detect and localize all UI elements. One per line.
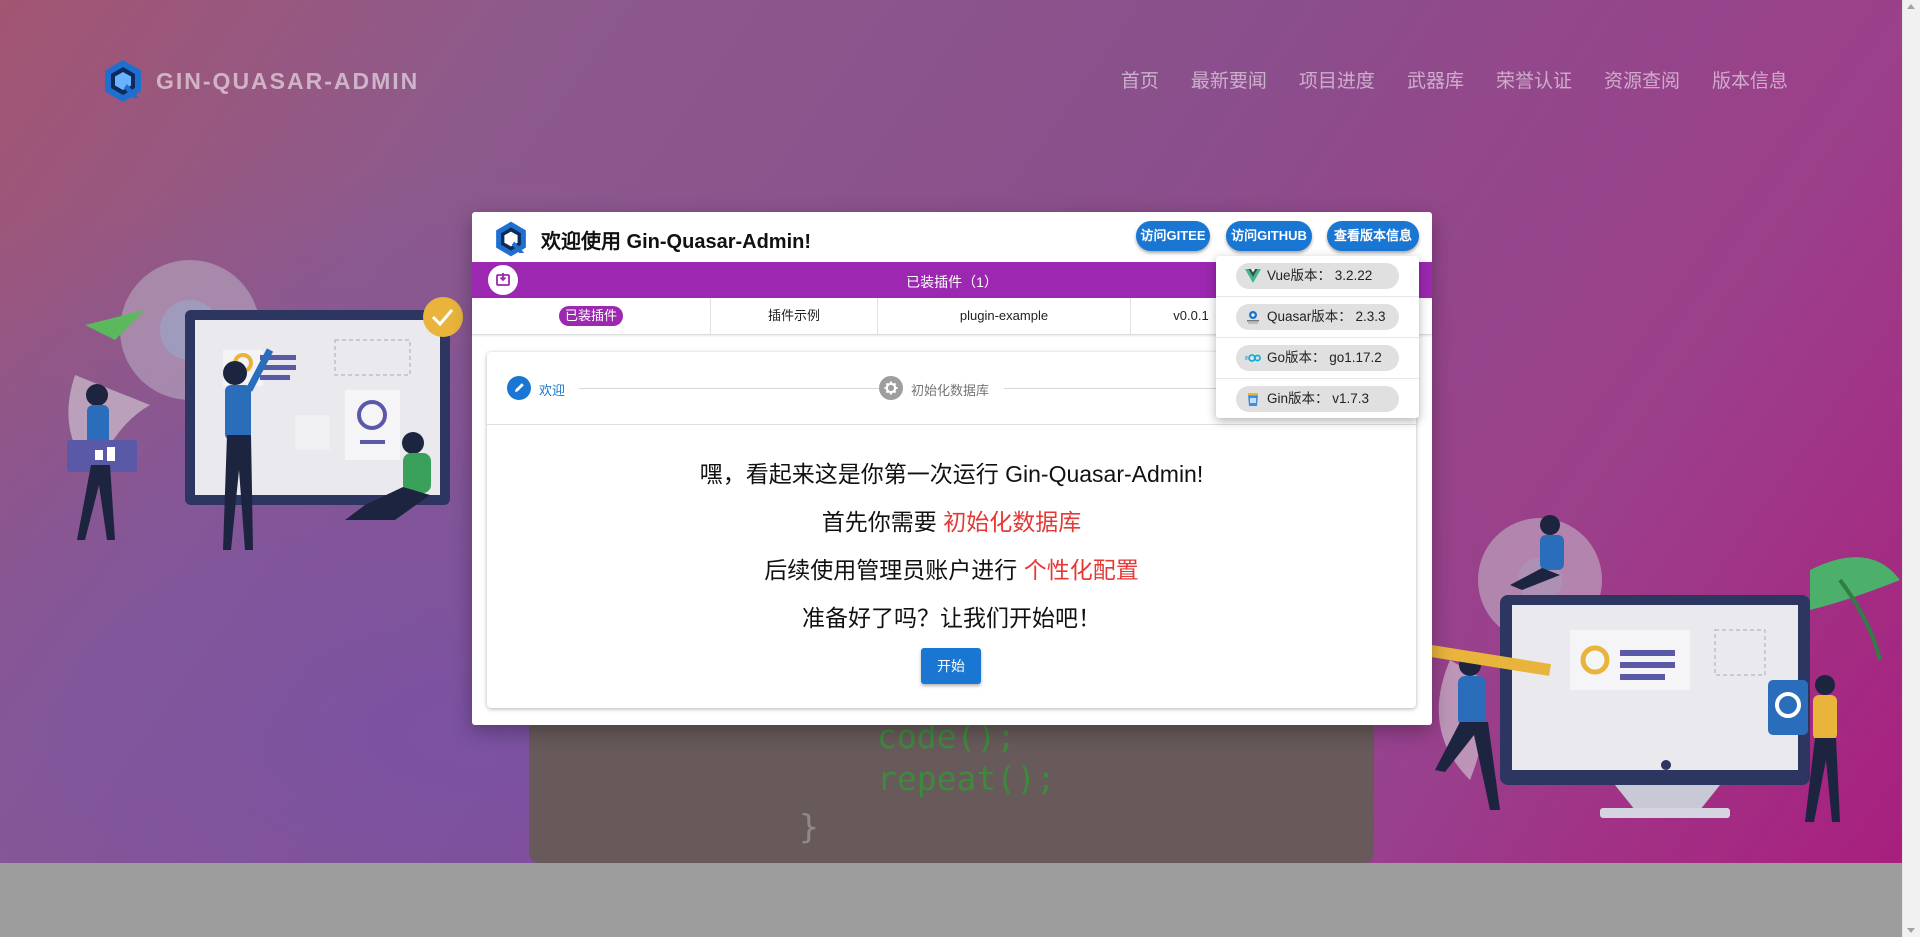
dialog-title: 欢迎使用 Gin-Quasar-Admin! [541,231,812,253]
gin-icon [1248,393,1258,406]
welcome-message-line4: 准备好了吗？让我们开始吧！ [802,605,1101,631]
vue-version-text: Vue版本： 3.2.22 [1267,268,1373,283]
quasar-icon [1247,311,1259,324]
personalize-highlight: 个性化配置 [1023,557,1139,583]
page-scrollbar[interactable] [1902,0,1920,937]
visit-github-button[interactable]: 访问GITHUB [1226,221,1312,251]
version-chip: Gin版本： v1.7.3 [1236,386,1399,412]
gear-icon [884,381,898,395]
version-menu-item-gin[interactable]: Gin版本： v1.7.3 [1216,379,1419,419]
team-illustration-left [67,260,463,550]
plugin-status-badge: 已装插件 [558,306,623,326]
quasar-logo-icon [105,60,141,102]
nav-progress[interactable]: 项目进度 [1299,66,1375,93]
view-version-button[interactable]: 查看版本信息 [1327,221,1419,251]
pencil-icon [515,383,524,392]
version-chip: Quasar版本： 2.3.3 [1236,304,1399,330]
plugin-name-cell: 插件示例 [711,298,878,334]
brand-name: GIN-QUASAR-ADMIN [156,67,420,94]
dialog-header: 欢迎使用 Gin-Quasar-Admin! 访问GITEE 访问GITHUB … [472,212,1432,262]
team-illustration-right [1430,515,1900,822]
version-info-menu: Vue版本： 3.2.22 Quasar版本： 2.3.3 Go版本： go1.… [1216,256,1419,418]
nav-news[interactable]: 最新要闻 [1191,66,1267,93]
step-init-db-dot[interactable] [879,376,903,400]
step-connector [579,388,881,389]
version-menu-item-vue[interactable]: Vue版本： 3.2.22 [1216,256,1419,297]
go-version-text: Go版本： go1.17.2 [1267,350,1382,365]
plugin-status-cell: 已装插件 [472,298,711,334]
quasar-version-text: Quasar版本： 2.3.3 [1267,309,1386,324]
welcome-message-line1: 嘿，看起来这是你第一次运行 Gin-Quasar-Admin! [699,461,1204,487]
quasar-logo-icon [496,221,526,257]
line3-text: 后续使用管理员账户进行 [764,557,1024,583]
visit-gitee-button[interactable]: 访问GITEE [1136,221,1210,251]
version-menu-item-go[interactable]: Go版本： go1.17.2 [1216,338,1419,379]
nav-arsenal[interactable]: 武器库 [1407,66,1464,93]
vue-icon [1245,269,1261,283]
nav-version[interactable]: 版本信息 [1712,66,1788,93]
scroll-up-arrow-icon[interactable] [1907,4,1915,9]
nav-home[interactable]: 首页 [1121,66,1159,93]
start-button[interactable]: 开始 [921,648,981,684]
welcome-message-line3: 后续使用管理员账户进行 个性化配置 [487,551,1416,585]
scroll-down-arrow-icon[interactable] [1907,928,1915,933]
step-init-db-label[interactable]: 初始化数据库 [911,380,989,399]
nav-resources[interactable]: 资源查阅 [1604,66,1680,93]
version-chip: Go版本： go1.17.2 [1236,345,1399,371]
step-welcome-dot[interactable] [507,376,531,400]
version-menu-item-quasar[interactable]: Quasar版本： 2.3.3 [1216,297,1419,338]
top-nav: 首页 最新要闻 项目进度 武器库 荣誉认证 资源查阅 版本信息 [1121,66,1788,93]
line2-text: 首先你需要 [821,509,944,535]
plugin-code-cell: plugin-example [878,298,1131,334]
code-line-repeat: repeat(); [877,759,1056,798]
footer-area [0,863,1903,937]
go-icon [1245,354,1261,362]
brand[interactable]: GIN-QUASAR-ADMIN [100,58,419,104]
nav-honors[interactable]: 荣誉认证 [1496,66,1572,93]
version-chip: Vue版本： 3.2.22 [1236,263,1399,289]
gin-version-text: Gin版本： v1.7.3 [1267,391,1370,406]
init-db-highlight: 初始化数据库 [943,509,1082,535]
step-welcome-label[interactable]: 欢迎 [539,380,565,399]
code-line-brace: } [799,807,819,846]
welcome-message-line2: 首先你需要 初始化数据库 [487,503,1416,537]
